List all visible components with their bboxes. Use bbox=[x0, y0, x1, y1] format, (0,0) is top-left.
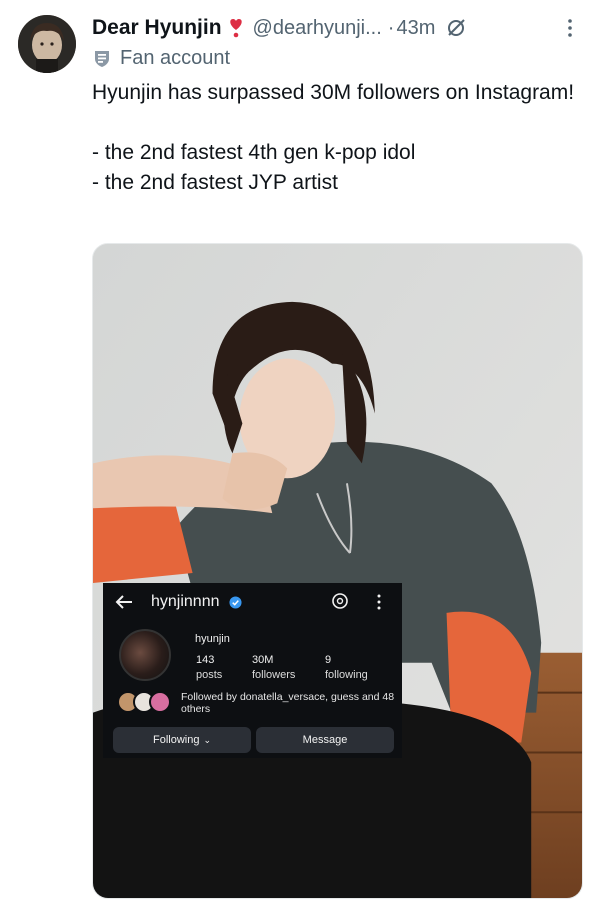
chevron-down-icon: ⌄ bbox=[203, 734, 211, 745]
more-options-icon[interactable] bbox=[560, 16, 580, 40]
ig-stat-posts[interactable]: 143 posts bbox=[196, 653, 222, 683]
ig-avatar[interactable] bbox=[119, 629, 171, 681]
heart-exclamation-icon bbox=[227, 17, 245, 39]
following-button[interactable]: Following ⌄ bbox=[113, 727, 251, 753]
ig-stat-number: 143 bbox=[196, 654, 215, 666]
display-name[interactable]: Dear Hyunjin bbox=[92, 16, 222, 40]
ig-menu-icon[interactable] bbox=[375, 592, 383, 612]
label-text: Fan account bbox=[120, 46, 231, 69]
photo bbox=[93, 244, 582, 898]
ig-stat-number: 9 bbox=[325, 654, 332, 666]
threads-icon[interactable] bbox=[331, 592, 349, 610]
ig-stat-label: following bbox=[325, 669, 368, 681]
circle-slash-icon bbox=[445, 17, 467, 39]
mutual-followers-avatars bbox=[117, 691, 177, 713]
timestamp[interactable]: 43m bbox=[396, 17, 435, 40]
handle[interactable]: @dearhyunji... bbox=[253, 17, 382, 40]
tweet-text: Hyunjin has surpassed 30M followers on I… bbox=[92, 81, 575, 194]
tweet-header: Dear Hyunjin @dearhyunji... · 43m bbox=[92, 14, 580, 42]
message-button-label: Message bbox=[302, 734, 348, 746]
ig-followed-by[interactable]: Followed by donatella_versace, guess and… bbox=[181, 691, 396, 715]
ig-topbar: hynjinnnn bbox=[103, 583, 402, 621]
separator-dot: · bbox=[387, 16, 395, 39]
ig-stat-following[interactable]: 9 following bbox=[325, 653, 368, 683]
tweet[interactable]: Dear Hyunjin @dearhyunji... · 43m Fan ac… bbox=[0, 0, 600, 904]
ig-stat-label: posts bbox=[196, 669, 223, 681]
instagram-profile-overlay: hynjinnnn hyunjin 143 posts 30M follower… bbox=[103, 583, 402, 758]
ig-name: hyunjin bbox=[195, 633, 230, 645]
tweet-media[interactable]: hynjinnnn hyunjin 143 posts 30M follower… bbox=[92, 243, 583, 899]
ig-stat-number: 30M bbox=[252, 654, 274, 666]
ig-stat-followers[interactable]: 30M followers bbox=[252, 653, 295, 683]
profile-avatar[interactable] bbox=[18, 15, 76, 73]
fan-account-label: Fan account bbox=[92, 45, 230, 71]
back-arrow-icon[interactable] bbox=[113, 591, 135, 613]
message-button[interactable]: Message bbox=[256, 727, 394, 753]
following-button-label: Following bbox=[152, 734, 200, 746]
verified-badge-icon bbox=[229, 596, 242, 609]
ig-stat-label: followers bbox=[252, 669, 296, 681]
ig-username: hynjinnnn bbox=[151, 593, 220, 610]
fan-account-badge-icon bbox=[92, 48, 112, 68]
